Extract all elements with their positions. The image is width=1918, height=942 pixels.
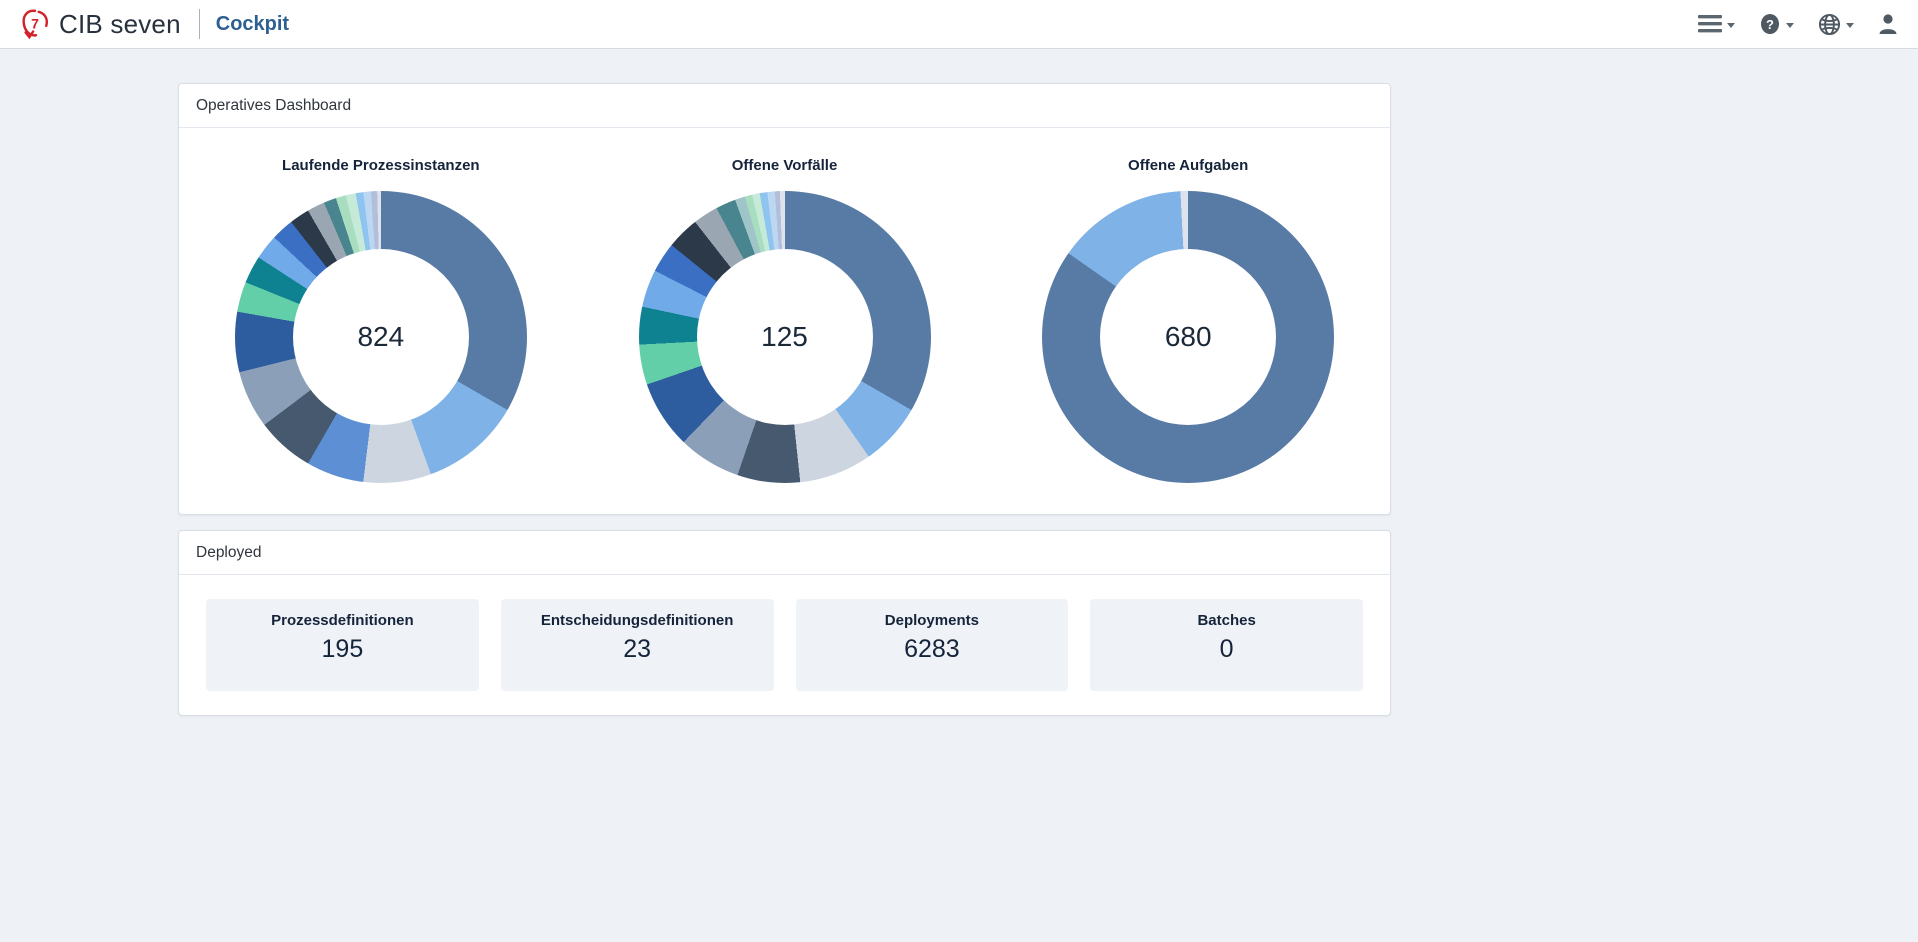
donut-chart[interactable]: 680 [1042, 191, 1335, 483]
cib-logo-icon: 7 [22, 9, 49, 40]
donut-total: 824 [357, 321, 405, 352]
chevron-down-icon [1846, 22, 1854, 28]
svg-text:7: 7 [31, 16, 39, 32]
chart-title: Offene Vorfälle [731, 157, 838, 174]
chart-running-process-instances: Laufende Prozessinstanzen 824 [179, 157, 583, 483]
chart-open-incidents: Offene Vorfälle 125 [583, 157, 987, 483]
deployed-card-title: Deployed [179, 531, 1390, 575]
deployed-stats-row: Prozessdefinitionen 195 Entscheidungsdef… [179, 575, 1390, 691]
donut-chart[interactable]: 125 [638, 191, 931, 483]
stat-tile-deployments[interactable]: Deployments 6283 [795, 599, 1069, 691]
language-globe-icon [1818, 13, 1841, 35]
chart-title: Offene Aufgaben [1128, 157, 1249, 174]
stat-value: 6283 [904, 635, 960, 663]
main-content: Operatives Dashboard Laufende Prozessins… [178, 83, 1391, 716]
deployed-card: Deployed Prozessdefinitionen 195 Entsche… [178, 530, 1391, 716]
donut-total: 125 [761, 321, 808, 352]
chart-title: Laufende Prozessinstanzen [282, 157, 480, 174]
stat-value: 0 [1219, 635, 1234, 663]
donut-charts-row: Laufende Prozessinstanzen 824 Offene Vor… [179, 128, 1390, 483]
chevron-down-icon [1727, 22, 1735, 28]
help-dropdown[interactable]: ? [1759, 13, 1794, 35]
user-icon [1879, 14, 1897, 34]
svg-text:?: ? [1766, 17, 1774, 32]
donut-chart[interactable]: 824 [234, 191, 527, 483]
operatives-dashboard-card: Operatives Dashboard Laufende Prozessins… [178, 83, 1391, 515]
menu-icon [1698, 15, 1722, 33]
stat-value: 195 [321, 635, 364, 663]
stat-tile-decision-definitions[interactable]: Entscheidungsdefinitionen 23 [500, 599, 774, 691]
donut-total: 680 [1164, 321, 1212, 352]
stat-tile-process-definitions[interactable]: Prozessdefinitionen 195 [206, 599, 479, 691]
stat-label: Prozessdefinitionen [271, 612, 414, 629]
stat-value: 23 [623, 635, 652, 663]
help-icon: ? [1761, 14, 1779, 34]
chevron-down-icon [1786, 22, 1794, 28]
top-navbar: 7 CIB seven Cockpit ? [0, 0, 1918, 49]
brand[interactable]: 7 CIB seven Cockpit [20, 8, 289, 40]
donut-hole: 125 [696, 249, 873, 425]
app-name[interactable]: Cockpit [216, 13, 289, 36]
stat-label: Deployments [884, 612, 979, 629]
dashboard-card-title: Operatives Dashboard [179, 84, 1390, 128]
chart-open-tasks: Offene Aufgaben 680 [986, 157, 1390, 483]
navbar-actions: ? [1698, 13, 1898, 36]
brand-divider [198, 9, 200, 39]
donut-hole: 680 [1100, 249, 1277, 425]
user-menu[interactable] [1878, 13, 1898, 35]
stat-label: Batches [1197, 612, 1256, 629]
stat-tile-batches[interactable]: Batches 0 [1090, 599, 1363, 691]
donut-hole: 824 [292, 249, 469, 425]
stat-label: Entscheidungsdefinitionen [540, 612, 734, 629]
menu-dropdown[interactable] [1698, 15, 1735, 33]
brand-text: CIB seven [59, 8, 181, 39]
language-dropdown[interactable] [1818, 13, 1854, 36]
